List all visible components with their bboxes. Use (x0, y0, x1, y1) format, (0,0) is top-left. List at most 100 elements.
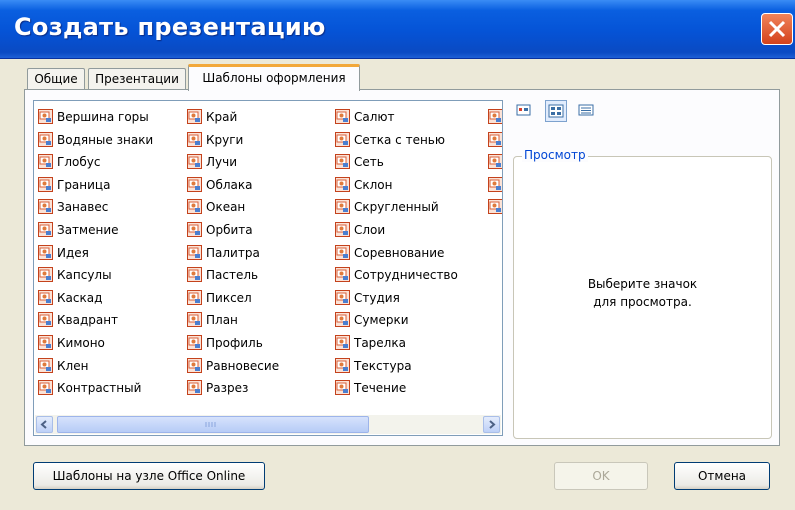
presentation-template-icon (187, 109, 202, 124)
scroll-left-button[interactable] (36, 416, 53, 433)
presentation-template-icon (335, 154, 350, 170)
presentation-template-icon (38, 199, 53, 215)
presentation-template-icon (335, 312, 350, 328)
presentation-template-icon (38, 131, 53, 147)
presentation-template-icon (187, 154, 202, 170)
large-icons-view-button[interactable] (514, 100, 536, 122)
presentation-template-icon (187, 199, 202, 215)
template-item-label: Равновесие (206, 358, 280, 373)
presentation-template-icon (335, 289, 350, 305)
list-view-button[interactable] (545, 100, 567, 122)
presentation-template-icon (335, 380, 350, 396)
preview-message: Выберите значок для просмотра. (587, 277, 698, 309)
presentation-template-icon (38, 244, 53, 260)
presentation-template-icon (38, 380, 53, 396)
template-item-label: Капсулы (57, 268, 112, 283)
presentation-template-icon (335, 109, 350, 124)
template-item-label: Затмение (57, 223, 119, 237)
template-list[interactable]: Течение Текстура Тарелка Сумерки Студия Сотру… (33, 100, 503, 436)
details-view-icon (578, 104, 594, 116)
chevron-right-icon (489, 420, 496, 429)
presentation-template-icon (187, 222, 202, 237)
large-icons-view-icon (516, 104, 531, 116)
template-item-label: Каскад (57, 290, 103, 305)
template-item-label: Облака (206, 177, 253, 192)
template-item-label: Склон (354, 177, 393, 192)
chevron-left-icon (40, 420, 47, 429)
presentation-template-icon (335, 176, 350, 192)
template-item-label: Сотрудничество (354, 268, 458, 283)
template-item-label: Орбита (206, 223, 253, 237)
close-button[interactable] (761, 13, 793, 45)
template-item-label: Клен (57, 358, 89, 373)
template-item-label: Лучи (206, 155, 238, 170)
presentation-template-icon (488, 131, 502, 147)
scroll-thumb[interactable] (57, 416, 369, 433)
template-item-label: Контрастный (57, 381, 142, 396)
presentation-template-icon (38, 335, 53, 350)
presentation-template-icon (335, 222, 350, 237)
presentation-template-icon (335, 335, 350, 350)
tab-presentations[interactable]: Презентации (88, 68, 186, 90)
presentation-template-icon (335, 357, 350, 373)
ok-button[interactable]: OK (554, 462, 648, 490)
presentation-template-icon (38, 109, 53, 124)
presentation-template-icon (38, 154, 53, 170)
template-item-label: Текстура (354, 358, 412, 373)
template-item-label: Край (206, 110, 238, 124)
presentation-template-icon (187, 176, 202, 192)
preview-legend: Просмотр (522, 148, 588, 162)
details-view-button[interactable] (576, 100, 598, 122)
scroll-right-button[interactable] (483, 416, 500, 433)
presentation-template-icon (488, 176, 502, 192)
presentation-template-icon (187, 244, 202, 260)
cancel-button[interactable]: Отмена (674, 462, 770, 490)
template-item-label: Глобус (57, 155, 101, 170)
template-item-label: Соревнование (354, 245, 445, 260)
template-item-label: Квадрант (57, 313, 119, 328)
template-item-label: Граница (57, 177, 111, 192)
tab-design-templates[interactable]: Шаблоны оформления (188, 64, 360, 91)
template-item-label: Кимоно (57, 336, 105, 350)
template-item-label: Вершина горы (57, 110, 149, 124)
tab-panel: Течение Текстура Тарелка Сумерки Студия Сотру… (24, 89, 780, 446)
template-item-label: Океан (206, 200, 246, 215)
presentation-template-icon (38, 312, 53, 328)
window-title: Создать презентацию (14, 13, 326, 41)
presentation-template-icon (187, 289, 202, 305)
presentation-template-icon (187, 131, 202, 147)
template-item-label: Пиксел (206, 290, 252, 305)
list-view-icon (548, 104, 564, 118)
template-item-label: Течение (354, 381, 407, 396)
presentation-template-icon (335, 267, 350, 283)
presentation-template-icon (38, 289, 53, 305)
template-item-label: Профиль (206, 336, 263, 350)
tab-general[interactable]: Общие (27, 68, 85, 90)
presentation-template-icon (488, 199, 502, 215)
template-item-label: Студия (354, 290, 400, 305)
title-bar[interactable]: Создать презентацию (0, 0, 795, 59)
presentation-template-icon (38, 267, 53, 283)
template-item-label: Салют (354, 110, 395, 124)
dialog-window: Создать презентацию Общие Презентации Ша… (0, 0, 795, 510)
presentation-template-icon (335, 244, 350, 260)
template-item-label: Разрез (206, 381, 249, 396)
template-item-label: Пастель (206, 268, 259, 283)
template-item-label: Слои (354, 223, 386, 237)
horizontal-scrollbar[interactable] (35, 415, 501, 434)
presentation-template-icon (187, 335, 202, 350)
presentation-template-icon (187, 380, 202, 396)
presentation-template-icon (335, 199, 350, 215)
preview-group: Просмотр Выберите значок для просмотра. (513, 148, 772, 439)
template-item-label: Палитра (206, 245, 260, 260)
template-item-label: Сетка с тенью (354, 132, 445, 147)
office-online-templates-button[interactable]: Шаблоны на узле Office Online (33, 462, 265, 490)
presentation-template-icon (38, 222, 53, 237)
template-item-label: Скругленный (354, 200, 439, 215)
template-item-label: Водяные знаки (57, 132, 154, 147)
presentation-template-icon (335, 131, 350, 147)
template-item-label: Идея (57, 245, 89, 260)
presentation-template-icon (187, 312, 202, 328)
template-item-label: Тарелка (354, 336, 406, 350)
template-item-label: Сеть (354, 155, 384, 170)
